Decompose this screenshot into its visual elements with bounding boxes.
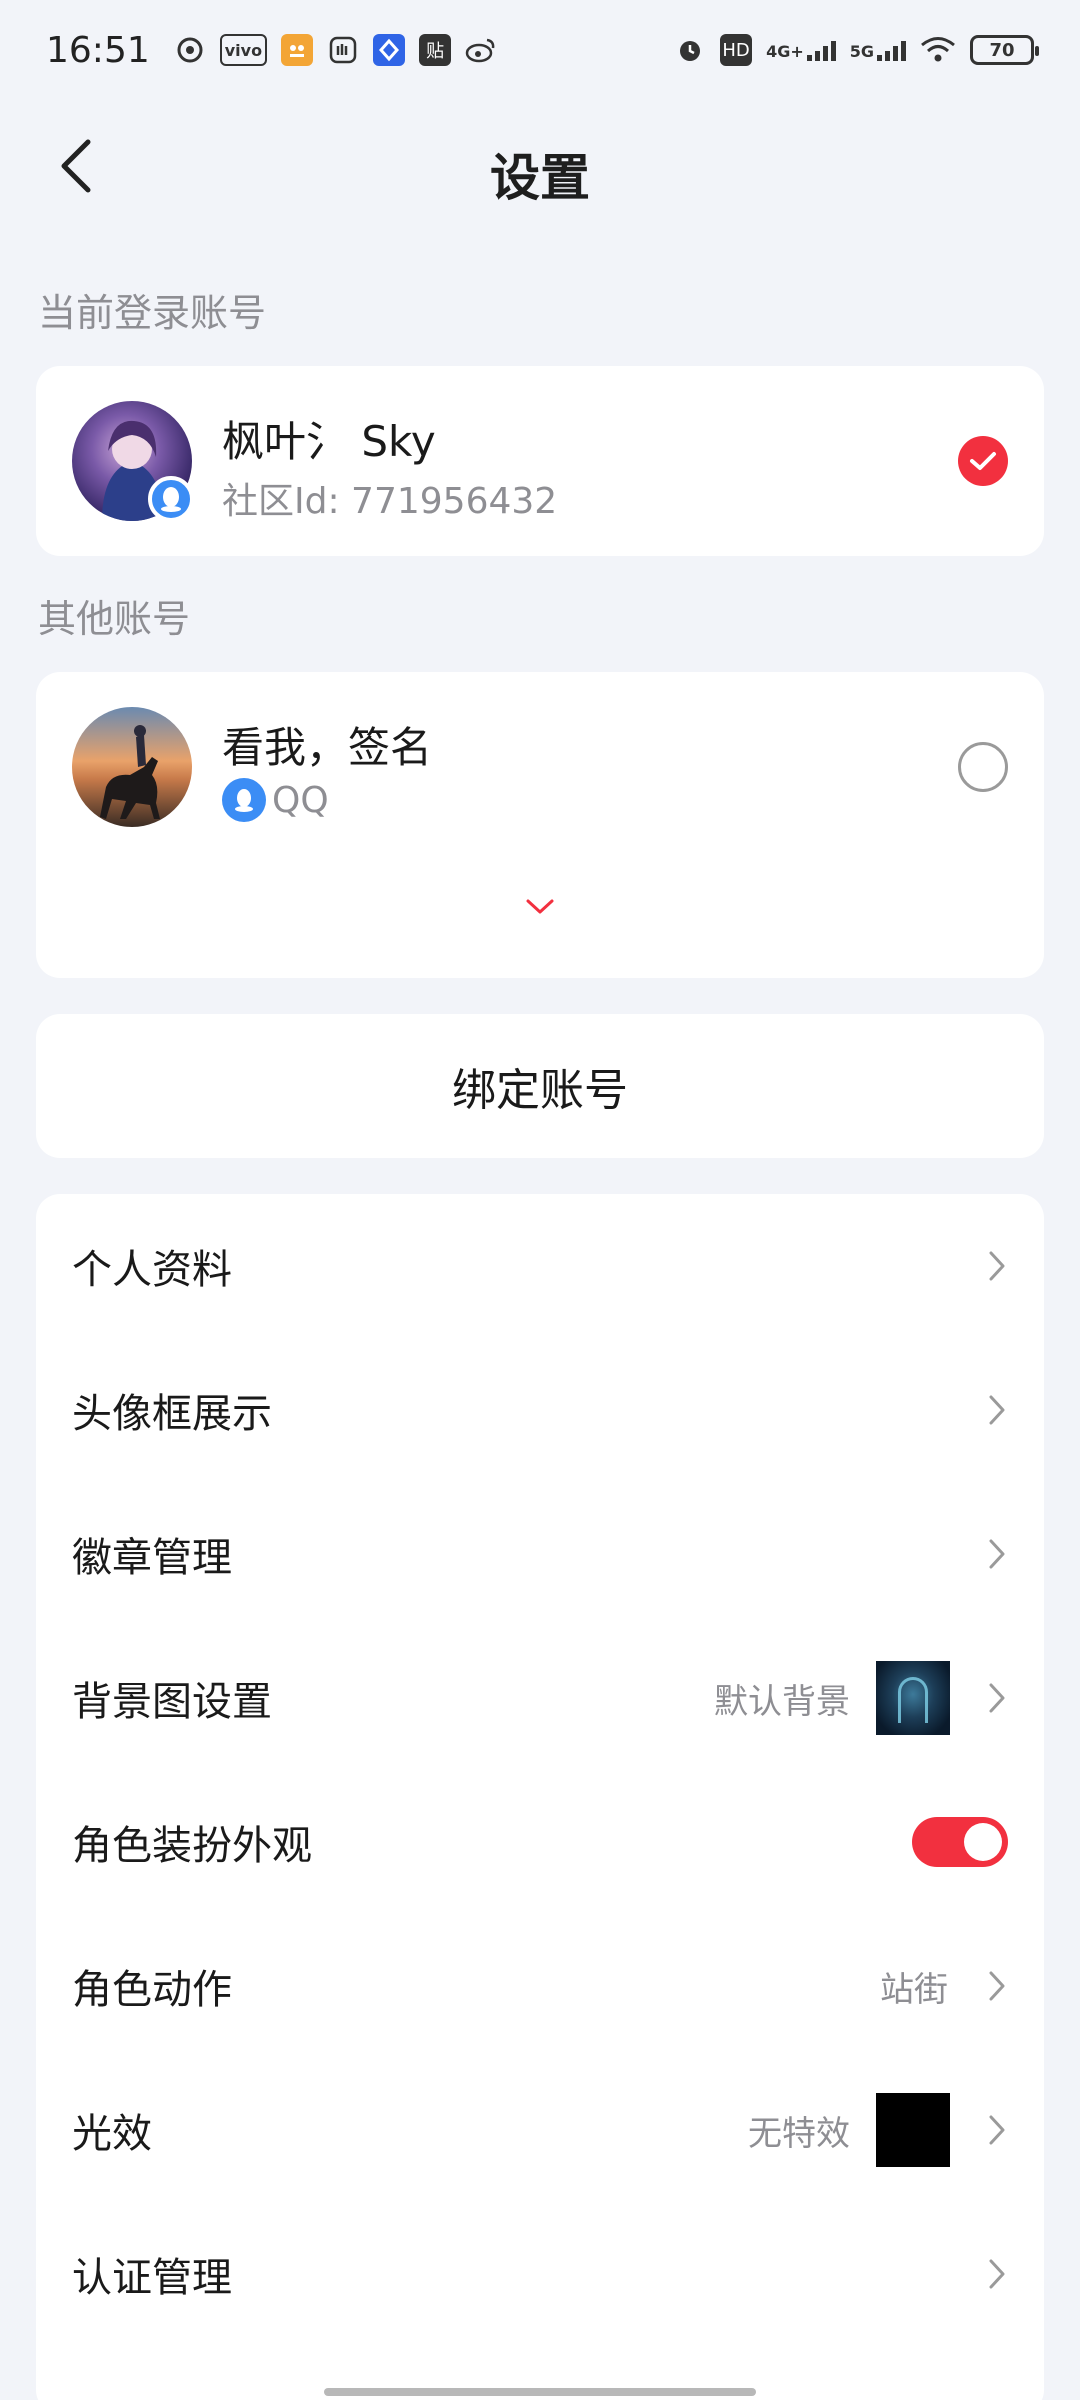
current-account-card: 枫叶氵 Sky 社区Id: 771956432	[36, 366, 1044, 556]
netease-icon	[174, 34, 206, 66]
expand-accounts-button[interactable]	[520, 892, 560, 922]
hand-app-icon	[327, 34, 359, 66]
menu-item-verification[interactable]: 认证管理	[36, 2202, 1044, 2346]
checkmark-icon	[970, 452, 996, 470]
menu-item-label: 个人资料	[72, 1247, 232, 1293]
signal-4g-icon: 4G+	[766, 39, 836, 61]
header: 设置	[0, 100, 1080, 240]
menu-item-value: 站街	[880, 1969, 948, 2010]
chevron-right-icon	[986, 2112, 1008, 2148]
hd-icon: HD	[720, 34, 753, 66]
qq-icon	[222, 778, 266, 822]
chevron-down-icon	[526, 899, 554, 914]
other-account-row[interactable]: 看我，签名 QQ	[36, 672, 1044, 862]
chevron-right-icon	[986, 2256, 1008, 2292]
alarm-icon	[674, 34, 706, 66]
account-id: 社区Id: 771956432	[222, 481, 558, 522]
home-indicator[interactable]	[324, 2388, 756, 2396]
status-right: HD 4G+ 5G 70	[674, 34, 1039, 66]
menu-item-label: 角色装扮外观	[72, 1823, 312, 1869]
signal-5g-icon: 5G	[850, 39, 906, 61]
account-name: 枫叶氵 Sky	[222, 417, 436, 466]
other-accounts-label: 其他账号	[38, 597, 191, 641]
chevron-right-icon	[986, 1392, 1008, 1428]
chevron-right-icon	[986, 1536, 1008, 1572]
bind-account-button[interactable]: 绑定账号	[36, 1014, 1044, 1158]
status-left: 16:51 vivo 贴	[46, 30, 497, 71]
account-unselected-radio[interactable]	[958, 742, 1008, 792]
game-app-icon	[281, 34, 314, 66]
account-source: QQ	[222, 778, 329, 822]
signal-4g-label: 4G+	[766, 42, 804, 61]
menu-item-label: 角色动作	[72, 1967, 232, 2013]
page-title: 设置	[490, 149, 590, 207]
account-source-label: QQ	[272, 779, 329, 821]
menu-item-label: 认证管理	[72, 2255, 232, 2301]
menu-item-character-action[interactable]: 角色动作 站街	[36, 1914, 1044, 2058]
qq-badge-icon	[148, 476, 194, 522]
account-selected-radio[interactable]	[958, 436, 1008, 486]
menu-item-badges[interactable]: 徽章管理	[36, 1482, 1044, 1626]
light-effect-thumbnail	[876, 2093, 950, 2167]
current-account-label: 当前登录账号	[38, 291, 267, 335]
costume-appearance-toggle[interactable]	[912, 1817, 1008, 1867]
menu-item-label: 头像框展示	[72, 1391, 272, 1437]
menu-item-background[interactable]: 背景图设置 默认背景	[36, 1626, 1044, 1770]
chevron-right-icon	[986, 1680, 1008, 1716]
weibo-icon	[465, 34, 497, 66]
tieba-icon: 贴	[419, 34, 452, 66]
status-bar: 16:51 vivo 贴 HD 4G+ 5G 70	[0, 0, 1080, 100]
settings-menu-card: 个人资料 头像框展示 徽章管理 背景图设置 默认背景 角色装扮外观 角色动作 站…	[36, 1194, 1044, 2400]
menu-item-value: 无特效	[748, 2113, 850, 2154]
menu-item-label: 光效	[72, 2111, 152, 2157]
current-account-row[interactable]: 枫叶氵 Sky 社区Id: 771956432	[36, 366, 1044, 556]
menu-item-label: 背景图设置	[72, 1679, 272, 1725]
wifi-icon	[920, 34, 956, 66]
account-name: 看我，签名	[222, 723, 433, 772]
menu-item-avatar-frame[interactable]: 头像框展示	[36, 1338, 1044, 1482]
chevron-right-icon	[986, 1248, 1008, 1284]
app-store-icon	[373, 34, 406, 66]
vivo-icon: vivo	[219, 34, 268, 66]
signal-5g-label: 5G	[849, 42, 874, 61]
avatar	[72, 707, 192, 827]
menu-item-value: 默认背景	[714, 1681, 850, 1722]
status-time: 16:51	[46, 29, 150, 71]
chevron-right-icon	[986, 1968, 1008, 2004]
menu-item-light-effect[interactable]: 光效 无特效	[36, 2058, 1044, 2202]
other-accounts-card: 看我，签名 QQ	[36, 672, 1044, 978]
menu-item-costume-appearance: 角色装扮外观	[36, 1770, 1044, 1914]
battery-icon: 70	[970, 35, 1039, 65]
menu-item-profile[interactable]: 个人资料	[36, 1194, 1044, 1338]
menu-item-label: 徽章管理	[72, 1535, 232, 1581]
background-thumbnail	[876, 1661, 950, 1735]
